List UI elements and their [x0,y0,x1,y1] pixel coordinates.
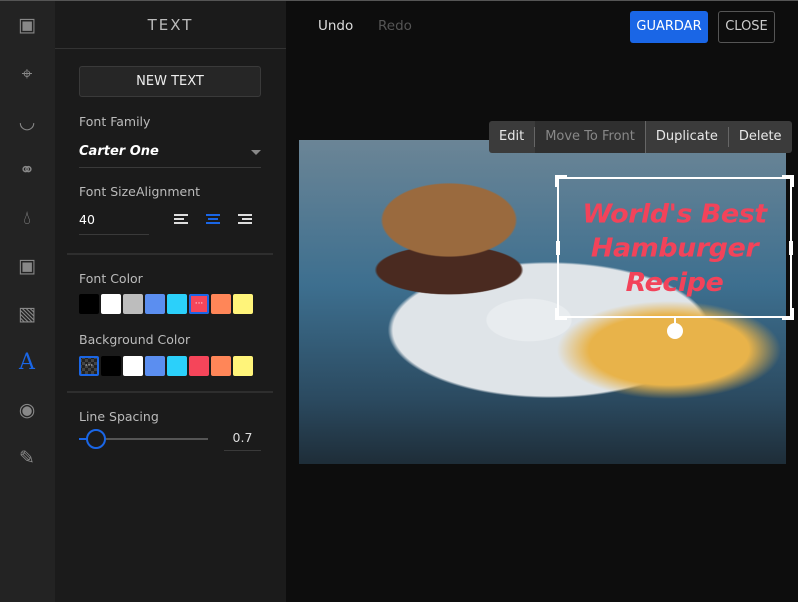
color-swatch[interactable] [167,294,187,314]
move-to-front-button[interactable]: Move To Front [535,121,646,153]
save-button[interactable]: GUARDAR [630,11,708,43]
color-swatch[interactable] [145,356,165,376]
line-spacing-input[interactable]: 0.7 [224,427,261,451]
close-button[interactable]: CLOSE [718,11,775,43]
crop-icon[interactable]: ⌖ [14,61,40,87]
background-color-label: Background Color [79,332,191,347]
color-swatch[interactable] [79,294,99,314]
text-panel: TEXT NEW TEXT Font Family Carter One Fon… [55,1,286,602]
color-swatch[interactable] [189,356,209,376]
resize-handle[interactable] [556,241,560,255]
text-line: Hamburger [590,233,759,264]
color-swatch[interactable]: ··· [79,356,99,376]
text-line: World's Best [582,199,767,230]
resize-handle[interactable] [555,175,567,187]
divider [67,253,273,255]
edit-button[interactable]: Edit [489,127,536,147]
color-swatch[interactable] [123,356,143,376]
undo-button[interactable]: Undo [318,18,353,34]
brush-icon[interactable]: ✎ [14,445,40,471]
resize-handle[interactable] [782,308,794,320]
filter-flask-icon[interactable]: ◡ [14,109,40,135]
font-size-label: Font Size [79,184,136,199]
resize-handle[interactable] [555,308,567,320]
color-swatch[interactable]: ··· [189,294,209,314]
resize-handle[interactable] [782,175,794,187]
duplicate-button[interactable]: Duplicate [646,127,729,147]
align-right-icon[interactable] [238,214,252,226]
context-menu: Edit Move To Front Duplicate Delete [489,121,792,153]
align-center-icon[interactable] [206,214,220,226]
redo-button[interactable]: Redo [378,18,412,34]
color-swatch[interactable] [145,294,165,314]
overlay-icon[interactable]: ▧ [14,301,40,327]
color-swatch[interactable] [101,356,121,376]
color-swatch[interactable] [123,294,143,314]
panel-title: TEXT [55,1,286,49]
tool-sidebar: ▣ ⌖ ◡ ⚭ 💧︎ ▣ ▧ A ◉ ✎ [0,1,55,602]
font-family-select[interactable]: Carter One [79,141,261,168]
line-spacing-label: Line Spacing [79,409,159,424]
color-swatch[interactable] [233,294,253,314]
image-icon[interactable]: ▣ [14,12,40,38]
text-icon[interactable]: A [14,349,40,375]
frame-icon[interactable]: ▣ [14,253,40,279]
alignment-label: Alignment [136,184,201,199]
text-content[interactable]: World's Best Hamburger Recipe [559,198,790,301]
color-swatch[interactable] [167,356,187,376]
text-line: Recipe [625,268,724,298]
font-color-label: Font Color [79,271,143,286]
font-family-value: Carter One [79,144,159,159]
color-swatch[interactable] [211,356,231,376]
text-object[interactable]: World's Best Hamburger Recipe [555,175,794,320]
chevron-down-icon [251,150,261,155]
delete-button[interactable]: Delete [729,127,792,147]
color-swatch[interactable] [211,294,231,314]
color-swatch[interactable] [233,356,253,376]
resize-handle[interactable] [789,241,793,255]
drop-icon[interactable]: 💧︎ [14,205,40,231]
font-size-input[interactable]: 40 [79,209,149,235]
line-spacing-slider-handle[interactable] [86,429,106,449]
new-text-button[interactable]: NEW TEXT [79,66,261,97]
sticker-icon[interactable]: ◉ [14,397,40,423]
font-family-label: Font Family [79,114,151,129]
color-swatch[interactable] [101,294,121,314]
divider [67,391,273,393]
rotate-handle[interactable] [667,323,683,339]
adjust-sliders-icon[interactable]: ⚭ [14,157,40,183]
align-left-icon[interactable] [174,214,188,226]
